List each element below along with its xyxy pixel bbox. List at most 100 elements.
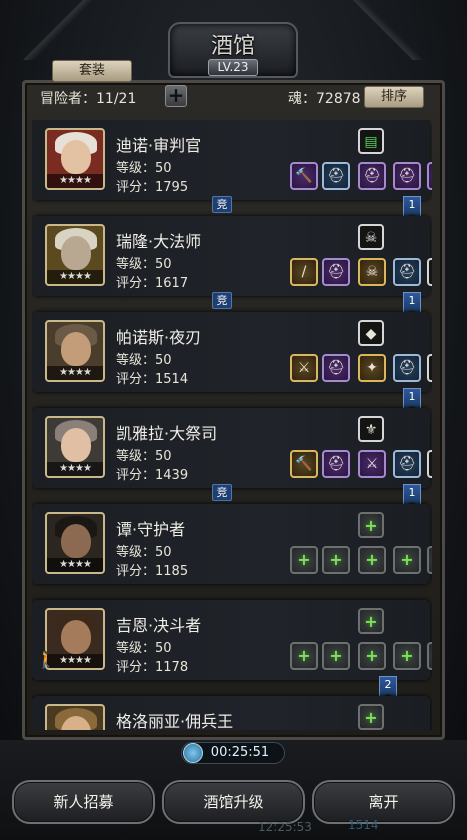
equipment-slot[interactable]: ☠ (358, 258, 386, 286)
star-rating: ★★★★ (47, 366, 103, 380)
tavern-upgrade-button[interactable]: 酒馆升级 (162, 780, 305, 824)
extra-equip-slot[interactable]: + (358, 704, 384, 730)
equipment-slot[interactable]: ⛑ (322, 258, 350, 286)
hero-name: 迪诺·审判官 (116, 136, 202, 155)
equipment-slot[interactable]: + (358, 642, 386, 670)
extra-equip-slot[interactable]: + (358, 608, 384, 634)
equipment-icon: ⛑ (327, 456, 345, 472)
hero-name: 吉恩·决斗者 (116, 616, 202, 635)
equipment-slot[interactable]: ⛑ (322, 162, 350, 190)
equipment-slot[interactable]: + (427, 642, 432, 670)
equipment-slot[interactable]: ⛑ (393, 258, 421, 286)
sort-button[interactable]: 排序 (364, 86, 424, 108)
hero-name: 帕诺斯·夜刃 (116, 328, 202, 347)
hero-portrait[interactable]: ★★★★ (45, 320, 105, 382)
hero-portrait[interactable]: ★★★★ (45, 224, 105, 286)
add-adventurer-button[interactable]: + (165, 85, 187, 107)
equipment-slot[interactable]: 🔨 (290, 162, 318, 190)
equipment-icon: ⚱ (429, 452, 432, 476)
equipment-slot[interactable]: + (290, 642, 318, 670)
outfit-button[interactable]: 套装 (52, 60, 132, 82)
empty-slot-icon: + (364, 708, 378, 727)
equipment-slot[interactable]: + (393, 546, 421, 574)
equipment-slot[interactable]: ⛑ (322, 450, 350, 478)
hero-list[interactable]: ★★★★ 迪诺·审判官等级：50 评分：1795 ▤ 🔨 ⛑ ⛑ ⛑ 🛡 竞 1 ★★★★ 瑞隆·大法师… (32, 120, 432, 730)
hero-card[interactable]: ★★★★吉恩·决斗者等级：50评分：1178++++++ (32, 600, 432, 680)
portrait-face (61, 236, 91, 270)
portrait-face (61, 332, 91, 366)
gem-icon: ◆ (365, 326, 377, 342)
portrait-face (61, 140, 91, 174)
add-equipment-icon: + (329, 550, 343, 569)
equipment-icon: ⛑ (327, 360, 345, 376)
clock-icon (183, 743, 203, 763)
hero-card[interactable]: ★★★★ 帕诺斯·夜刃等级：50 评分：1514 ◆ ⚔ ⛑ ✦ ⛑ ◆ (32, 312, 432, 392)
portrait-face (61, 524, 91, 558)
hero-card[interactable]: ★★★★ 迪诺·审判官等级：50 评分：1795 ▤ 🔨 ⛑ ⛑ ⛑ 🛡 (32, 120, 432, 200)
equipment-icon: ✦ (366, 360, 378, 376)
extra-equip-slot[interactable]: ☠ (358, 224, 384, 250)
add-equipment-icon: + (429, 644, 432, 668)
rank-tag: 1 (403, 484, 421, 506)
equipment-icon: ⚔ (297, 360, 311, 376)
rank-tag: 1 (403, 388, 421, 410)
star-rating: ★★★★ (47, 174, 103, 188)
hero-card[interactable]: ★★★★ 谭·守护者等级：50 评分：1185 + + + + + + (32, 504, 432, 584)
equipment-slot[interactable]: ⚔ (290, 354, 318, 382)
hero-portrait[interactable]: ★★★★ (45, 128, 105, 190)
hero-level: 等级：50 (116, 545, 172, 560)
extra-equip-slot[interactable]: + (358, 512, 384, 538)
timer-value: 00:25:51 (210, 745, 270, 760)
equipment-slot[interactable]: ⚔ (358, 450, 386, 478)
equipment-icon: ⛑ (327, 264, 345, 280)
hero-score: 评分：1439 (116, 468, 189, 483)
hero-portrait[interactable]: ★★★★ (45, 416, 105, 478)
hero-name: 谭·守护者 (116, 520, 186, 539)
equipment-slot[interactable]: ☠ (427, 258, 432, 286)
hero-card[interactable]: ★★★★ 瑞隆·大法师等级：50 评分：1617 ☠ / ⛑ ☠ ⛑ ☠ (32, 216, 432, 296)
recruit-button[interactable]: 新人招募 (12, 780, 155, 824)
hero-portrait[interactable] (45, 704, 105, 730)
equipment-slot[interactable]: + (322, 546, 350, 574)
leave-button[interactable]: 离开 (312, 780, 455, 824)
equipment-slot[interactable]: + (427, 546, 432, 574)
equipment-slot[interactable]: ⛑ (322, 354, 350, 382)
equipment-slot[interactable]: ⚱ (427, 450, 432, 478)
equipment-slot[interactable]: ◆ (427, 354, 432, 382)
equipment-slot[interactable]: 🛡 (427, 162, 432, 190)
equipment-slot[interactable]: + (393, 642, 421, 670)
equipment-slot[interactable]: ⛑ (393, 162, 421, 190)
add-equipment-icon: + (297, 550, 311, 569)
extra-equip-slot[interactable]: ▤ (358, 128, 384, 154)
equipment-slot[interactable]: + (322, 642, 350, 670)
hero-level: 等级：50 (116, 449, 172, 464)
equipment-slot[interactable]: + (290, 546, 318, 574)
equipment-slot[interactable]: / (290, 258, 318, 286)
equipment-slot[interactable]: + (358, 546, 386, 574)
hero-score: 评分：1617 (116, 276, 189, 291)
star-rating: ★★★★ (47, 558, 103, 572)
add-equipment-icon: + (365, 550, 379, 569)
equipment-slot[interactable]: 🔨 (290, 450, 318, 478)
equipment-slot[interactable]: ⛑ (393, 450, 421, 478)
background-clock: 12:25:53 (258, 820, 312, 834)
add-equipment-icon: + (329, 646, 343, 665)
plus-icon: + (167, 83, 185, 107)
hero-portrait[interactable]: ★★★★ (45, 512, 105, 574)
portrait-face (61, 428, 91, 462)
equipment-slot[interactable]: ✦ (358, 354, 386, 382)
hero-card[interactable]: ★★★★ 凯雅拉·大祭司等级：50 评分：1439 ⚜ 🔨 ⛑ ⚔ ⛑ ⚱ (32, 408, 432, 488)
hero-card[interactable]: 格洛丽亚·佣兵王等级：50++ (32, 696, 430, 730)
rank-tag: 2 (379, 676, 397, 698)
extra-equip-slot[interactable]: ◆ (358, 320, 384, 346)
page-title: 酒馆 (210, 34, 255, 59)
add-equipment-icon: + (297, 646, 311, 665)
hero-level: 等级：50 (116, 161, 172, 176)
amulet-icon: ⚜ (364, 422, 378, 438)
equipment-slot[interactable]: ⛑ (393, 354, 421, 382)
equipment-icon: ⛑ (398, 168, 416, 184)
extra-equip-slot[interactable]: ⚜ (358, 416, 384, 442)
equipment-slot[interactable]: ⛑ (358, 162, 386, 190)
hero-score: 评分：1185 (116, 564, 189, 579)
hero-name: 凯雅拉·大祭司 (116, 424, 218, 443)
